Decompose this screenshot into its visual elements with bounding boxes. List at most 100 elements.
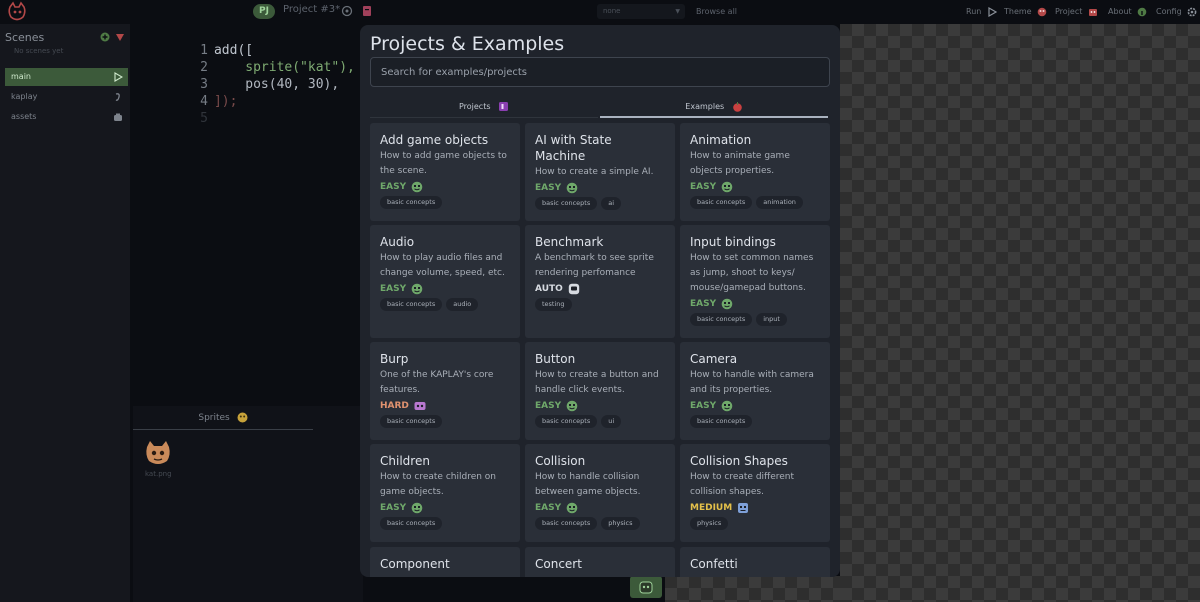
difficulty-badge: EASY <box>535 181 665 195</box>
kaplay-logo-icon[interactable] <box>6 1 28 23</box>
tag-chip[interactable]: basic concepts <box>690 415 753 428</box>
example-card[interactable]: Camera How to handle with camera and its … <box>680 342 830 440</box>
canvas-preview <box>665 576 840 602</box>
difficulty-badge: EASY <box>535 501 665 515</box>
example-title: Benchmark <box>535 235 604 249</box>
tag-chip[interactable]: ai <box>601 197 622 210</box>
tag-chip[interactable]: ui <box>601 415 622 428</box>
tag-chip[interactable]: basic concepts <box>380 415 443 428</box>
tab-examples[interactable]: Examples <box>600 97 828 118</box>
delete-scene-icon[interactable] <box>115 32 125 42</box>
about-icon <box>1137 7 1147 16</box>
example-title: Camera <box>690 352 738 366</box>
tag-chip[interactable]: animation <box>756 196 803 209</box>
example-description: How to create a simple AI. <box>535 167 654 177</box>
example-description: How to create different collision shapes… <box>690 472 795 497</box>
easy-difficulty-icon <box>566 182 578 194</box>
kat-icon <box>639 581 653 594</box>
tag-chip[interactable]: basic concepts <box>380 517 443 530</box>
example-card[interactable]: Animation How to animate game objects pro… <box>680 123 830 221</box>
example-card[interactable]: Collision Shapes How to create different … <box>680 444 830 542</box>
file-item-main[interactable]: main <box>5 68 128 86</box>
about-button[interactable]: About <box>1108 4 1147 19</box>
code-text: ]); <box>213 94 238 109</box>
tab-sprites[interactable]: Sprites <box>133 406 313 430</box>
difficulty-label: EASY <box>380 503 407 513</box>
add-scene-icon[interactable] <box>100 32 110 42</box>
example-card[interactable]: Benchmark A benchmark to see sprite rende… <box>525 225 675 338</box>
example-card[interactable]: Audio How to play audio files and change … <box>370 225 520 338</box>
dialog-title: Projects & Examples <box>370 33 565 55</box>
example-tags: basic concepts <box>380 415 510 428</box>
examples-grid: Add game objects How to add game objects … <box>370 123 830 577</box>
tag-chip[interactable]: input <box>756 313 787 326</box>
example-description: A benchmark to see sprite rendering perf… <box>535 253 654 278</box>
difficulty-badge: EASY <box>380 501 510 515</box>
tag-chip[interactable]: basic concepts <box>690 196 753 209</box>
example-card[interactable]: Component <box>370 547 520 577</box>
tag-chip[interactable]: basic concepts <box>380 298 443 311</box>
tag-chip[interactable]: basic concepts <box>535 415 598 428</box>
difficulty-label: EASY <box>380 182 407 192</box>
theme-button[interactable]: Theme <box>1004 4 1047 19</box>
example-description: How to add game objects to the scene. <box>380 151 507 176</box>
difficulty-badge: EASY <box>380 282 510 296</box>
example-title: Button <box>535 352 576 366</box>
run-button[interactable]: Run <box>966 4 997 19</box>
tag-chip[interactable]: basic concepts <box>535 197 598 210</box>
play-icon <box>988 6 997 17</box>
file-item-kaplay[interactable]: kaplay <box>5 88 128 106</box>
difficulty-badge: EASY <box>535 399 665 413</box>
project-badge[interactable]: PJ <box>253 4 275 19</box>
search-input[interactable] <box>370 57 830 87</box>
tag-chip[interactable]: testing <box>535 298 572 311</box>
example-card[interactable]: Burp One of the KAPLAY's core features. HA… <box>370 342 520 440</box>
scene-select[interactable]: none ▼ <box>597 4 685 19</box>
easy-difficulty-icon <box>411 502 423 514</box>
palette-icon <box>1037 7 1047 16</box>
browse-all-button[interactable]: Browse all <box>696 4 737 19</box>
example-card[interactable]: Button How to create a button and handle … <box>525 342 675 440</box>
game-canvas[interactable] <box>840 24 1200 602</box>
example-title: Add game objects <box>380 133 489 147</box>
example-card[interactable]: Confetti <box>680 547 830 577</box>
assets-panel: Sprites kat.png <box>133 406 363 602</box>
example-card[interactable]: Collision How to handle collision between… <box>525 444 675 542</box>
example-title: Confetti <box>690 557 738 571</box>
example-card[interactable]: Input bindings How to set common names as… <box>680 225 830 338</box>
tab-projects[interactable]: Projects <box>370 97 598 118</box>
difficulty-badge: EASY <box>380 180 510 194</box>
theme-label: Theme <box>1004 7 1032 16</box>
example-description: How to handle collision between game obj… <box>535 472 641 497</box>
config-button[interactable]: Config <box>1156 4 1197 19</box>
easy-difficulty-icon <box>566 502 578 514</box>
save-icon[interactable] <box>341 5 353 17</box>
kat-tool-button[interactable] <box>630 576 662 598</box>
example-title: Concert <box>535 557 582 571</box>
tag-chip[interactable]: basic concepts <box>380 196 443 209</box>
file-item-assets[interactable]: assets <box>5 108 128 126</box>
example-card[interactable]: AI with State Machine How to create a sim… <box>525 123 675 221</box>
file-icon[interactable] <box>361 5 373 17</box>
difficulty-label: EASY <box>380 284 407 294</box>
file-item-label: main <box>11 72 31 81</box>
code-editor[interactable]: 1 add([ 2 sprite("kat"), 3 pos(40, 30), 4… <box>133 24 363 404</box>
project-name[interactable]: Project #3* <box>283 4 340 15</box>
difficulty-label: AUTO <box>535 284 563 294</box>
tag-chip[interactable]: physics <box>690 517 729 530</box>
tag-chip[interactable]: audio <box>446 298 479 311</box>
tag-chip[interactable]: physics <box>601 517 640 530</box>
tag-chip[interactable]: basic concepts <box>690 313 753 326</box>
example-card[interactable]: Add game objects How to add game objects … <box>370 123 520 221</box>
example-card[interactable]: Concert <box>525 547 675 577</box>
example-description: How to animate game objects properties. <box>690 151 790 176</box>
example-title: Burp <box>380 352 409 366</box>
example-description: How to play audio files and change volum… <box>380 253 505 278</box>
tag-chip[interactable]: basic concepts <box>535 517 598 530</box>
code-line: 1 add([ <box>133 25 253 58</box>
scenes-empty-text: No scenes yet <box>14 47 64 55</box>
kat-sprite-icon[interactable] <box>143 438 173 468</box>
example-tags: basic concepts input <box>690 313 820 326</box>
project-button[interactable]: Project <box>1055 4 1098 19</box>
example-card[interactable]: Children How to create children on game o… <box>370 444 520 542</box>
